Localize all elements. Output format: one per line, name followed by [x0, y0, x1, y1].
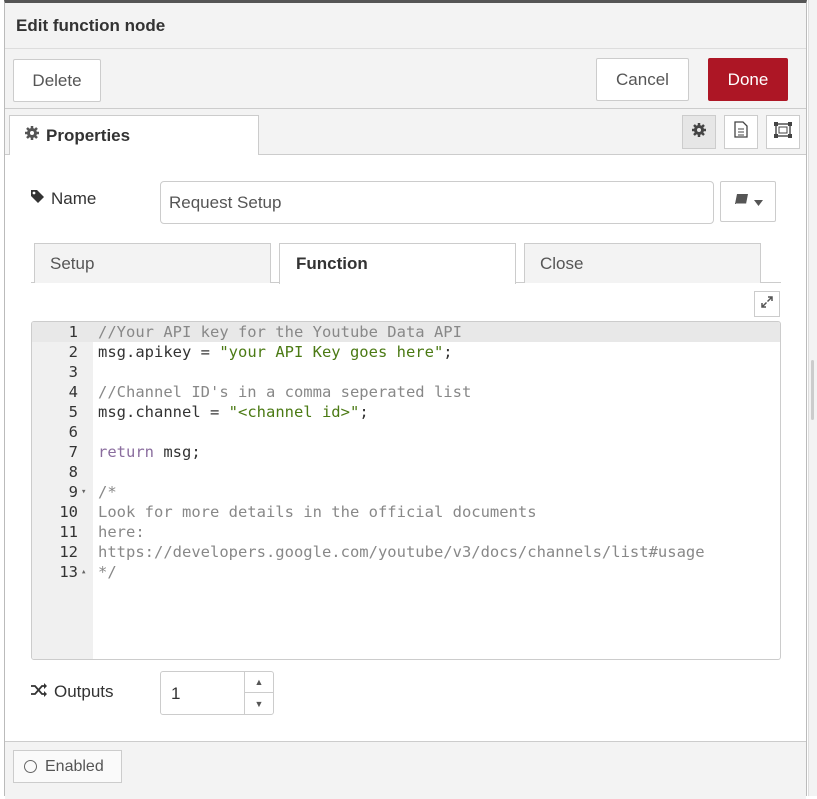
- library-button[interactable]: [720, 181, 776, 222]
- code-line[interactable]: 12 https://developers.google.com/youtube/…: [32, 542, 780, 562]
- line-number: 11: [59, 523, 78, 541]
- circle-icon: [24, 760, 37, 773]
- code-line[interactable]: 13 ▴ */: [32, 562, 780, 582]
- name-label-text: Name: [51, 189, 97, 208]
- dialog-title: Edit function node: [16, 16, 166, 35]
- code-line[interactable]: 2 msg.apikey = "your API Key goes here";: [32, 342, 780, 362]
- line-number: 7: [68, 443, 78, 461]
- gear-icon: [691, 122, 707, 143]
- code-text: */: [98, 563, 117, 581]
- line-number: 10: [59, 503, 78, 521]
- triangle-up-icon: ▲: [254, 677, 264, 687]
- book-icon: [734, 193, 750, 211]
- caret-down-icon: [753, 193, 763, 211]
- line-number: 6: [68, 423, 78, 441]
- enabled-label: Enabled: [45, 757, 104, 775]
- code-line[interactable]: 7 return msg;: [32, 442, 780, 462]
- code-line[interactable]: 4 //Channel ID's in a comma seperated lis…: [32, 382, 780, 402]
- done-button[interactable]: Done: [708, 58, 788, 101]
- delete-button[interactable]: Delete: [13, 59, 101, 102]
- stepper-arrows: ▲ ▼: [244, 672, 273, 714]
- line-number: 3: [68, 363, 78, 381]
- code-text: Look for more details in the official do…: [98, 503, 537, 521]
- code-line[interactable]: 11 here:: [32, 522, 780, 542]
- appearance-icon: [773, 121, 793, 144]
- code-line[interactable]: 10 Look for more details in the official …: [32, 502, 780, 522]
- tab-close[interactable]: Close: [524, 243, 761, 283]
- code-editor[interactable]: 1 //Your API key for the Youtube Data API…: [31, 321, 781, 660]
- code-line[interactable]: 6: [32, 422, 780, 442]
- outputs-stepper[interactable]: 1 ▲ ▼: [160, 671, 274, 715]
- line-number: 4: [68, 383, 78, 401]
- code-text: https://developers.google.com/youtube/v3…: [98, 543, 705, 561]
- stepper-up-button[interactable]: ▲: [245, 672, 273, 693]
- tray-tabs: Properties: [5, 109, 806, 156]
- triangle-down-icon: ▼: [254, 698, 264, 709]
- line-number: 1: [68, 323, 78, 341]
- outputs-label-text: Outputs: [54, 682, 114, 701]
- code-line[interactable]: 3: [32, 362, 780, 382]
- right-scroll-edge: [808, 0, 817, 796]
- outputs-label: Outputs: [30, 682, 114, 702]
- function-subtabs: Setup Function Close: [31, 243, 781, 284]
- tab-properties[interactable]: Properties: [9, 115, 259, 156]
- expand-icon: [761, 295, 773, 313]
- code-text: msg.apikey = "your API Key goes here";: [98, 343, 453, 361]
- name-input[interactable]: [160, 181, 714, 224]
- code-text: /*: [98, 483, 117, 501]
- stepper-down-button[interactable]: ▼: [245, 693, 273, 714]
- tab-properties-label: Properties: [46, 125, 131, 145]
- fold-marker-icon[interactable]: ▴: [81, 562, 91, 582]
- gear-icon: [24, 125, 40, 146]
- tray-toolbar: Delete Cancel Done: [5, 49, 806, 109]
- node-description-button[interactable]: [724, 115, 758, 149]
- code-text: return msg;: [98, 443, 201, 461]
- outputs-value[interactable]: 1: [171, 684, 180, 704]
- code-text: //Channel ID's in a comma seperated list: [98, 383, 472, 401]
- expand-editor-button[interactable]: [754, 291, 780, 317]
- name-label: Name: [30, 189, 96, 209]
- tab-function[interactable]: Function: [279, 243, 516, 284]
- code-line[interactable]: 5 msg.channel = "<channel id>";: [32, 402, 780, 422]
- code-line[interactable]: 1 //Your API key for the Youtube Data API: [32, 322, 780, 342]
- cancel-button[interactable]: Cancel: [596, 58, 689, 101]
- code-lines: 1 //Your API key for the Youtube Data API…: [32, 322, 780, 582]
- line-number: 12: [59, 543, 78, 561]
- code-text: here:: [98, 523, 145, 541]
- line-number: 5: [68, 403, 78, 421]
- tray-header: Edit function node: [5, 3, 806, 49]
- code-text: msg.channel = "<channel id>";: [98, 403, 369, 421]
- line-number: 9: [68, 483, 78, 501]
- node-properties-button[interactable]: [682, 115, 716, 149]
- line-number: 8: [68, 463, 78, 481]
- tab-setup[interactable]: Setup: [34, 243, 271, 283]
- resize-grip[interactable]: [811, 360, 814, 420]
- code-line[interactable]: 9 ▾ /*: [32, 482, 780, 502]
- edit-tray: Edit function node Delete Cancel Done Pr…: [4, 0, 807, 799]
- tag-icon: [30, 189, 45, 209]
- shuffle-icon: [30, 682, 48, 702]
- tray-footer: Enabled: [5, 741, 806, 799]
- properties-panel: Name Setup Function Close 1 //Your API ke…: [5, 155, 806, 741]
- node-appearance-button[interactable]: [766, 115, 800, 149]
- line-number: 13: [59, 563, 78, 581]
- description-icon: [734, 121, 748, 143]
- fold-marker-icon[interactable]: ▾: [81, 482, 91, 502]
- enabled-toggle[interactable]: Enabled: [13, 750, 122, 783]
- code-line[interactable]: 8: [32, 462, 780, 482]
- code-text: //Your API key for the Youtube Data API: [98, 323, 462, 341]
- line-number: 2: [68, 343, 78, 361]
